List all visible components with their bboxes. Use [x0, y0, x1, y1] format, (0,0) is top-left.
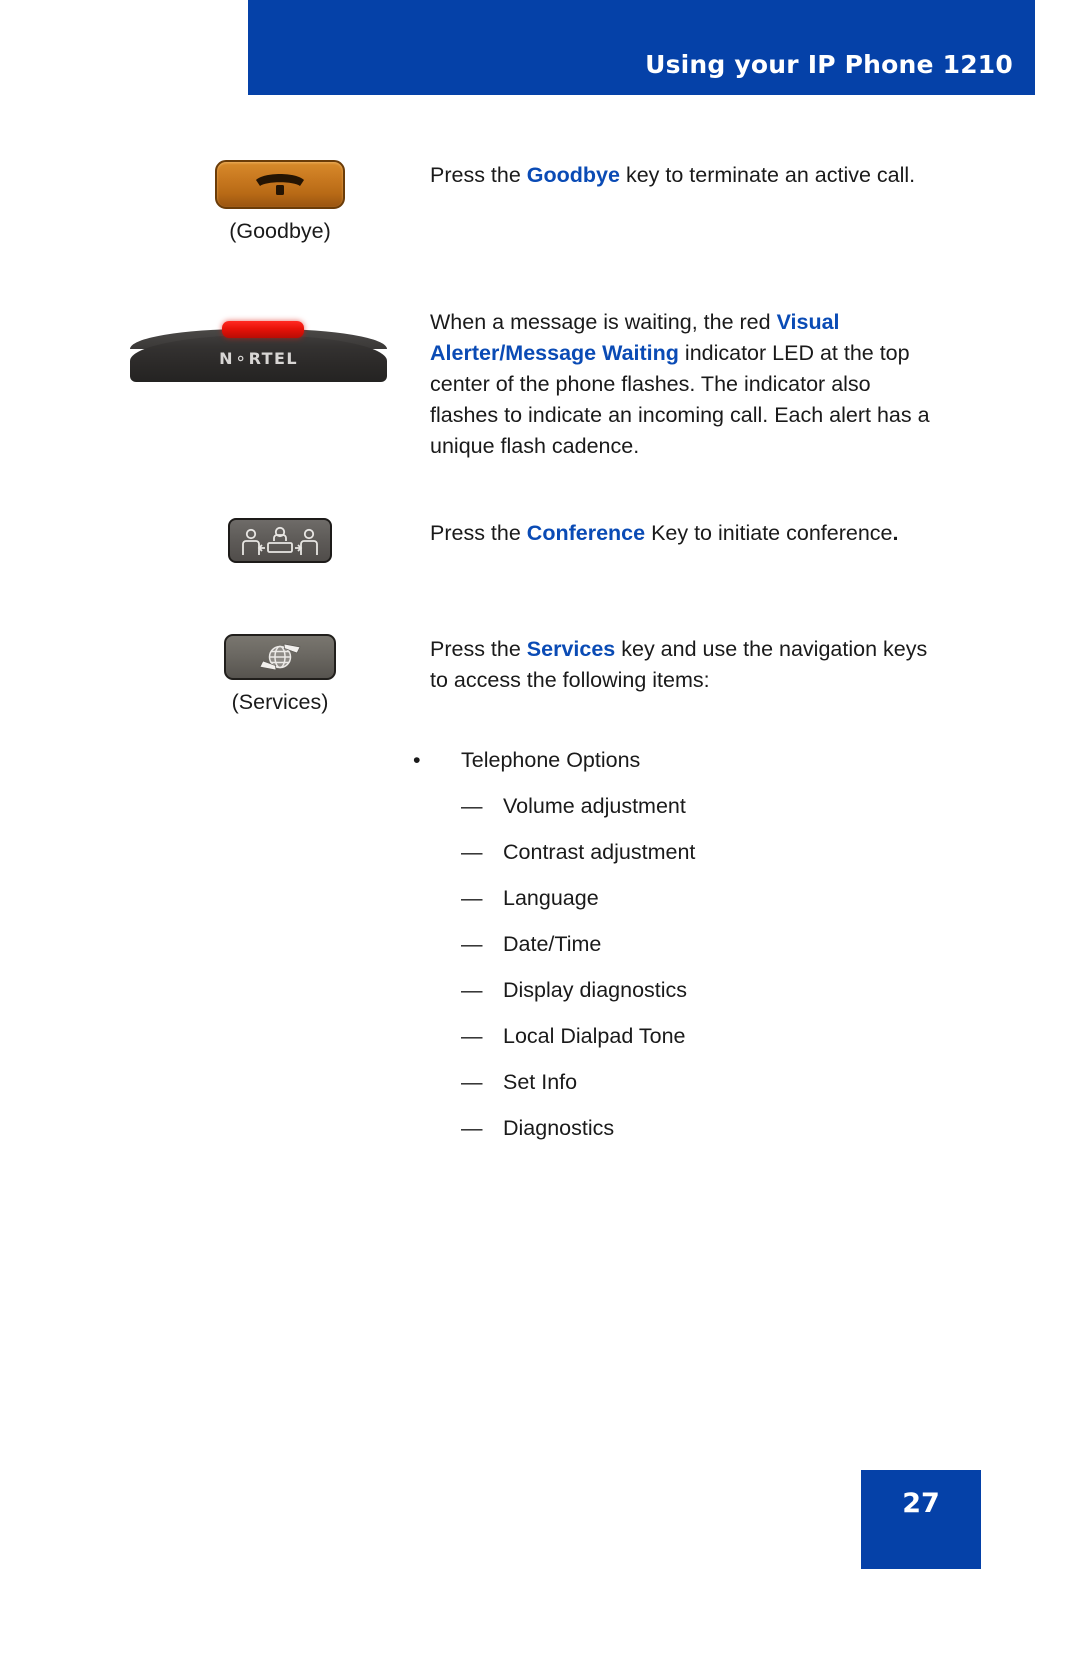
dash-icon: —	[461, 932, 483, 956]
row-goodbye: (Goodbye) Press the Goodbye key to termi…	[130, 160, 940, 247]
list-item: — Date/Time	[413, 929, 973, 960]
list-item: — Volume adjustment	[413, 791, 973, 822]
conference-description: Press the Conference Key to initiate con…	[430, 518, 940, 563]
list-item-label: Local Dialpad Tone	[503, 1024, 686, 1048]
list-item: — Diagnostics	[413, 1113, 973, 1144]
list-item: — Local Dialpad Tone	[413, 1021, 973, 1052]
bullet-icon: •	[413, 748, 421, 772]
dash-icon: —	[461, 1070, 483, 1094]
dash-icon: —	[461, 886, 483, 910]
services-icon-column: (Services)	[130, 634, 430, 718]
conference-icon-column	[130, 518, 430, 563]
list-item: — Display diagnostics	[413, 975, 973, 1006]
goodbye-key-icon	[215, 160, 345, 209]
conference-text-lead: Press the	[430, 521, 527, 545]
page-header-bar: Using your IP Phone 1210	[248, 0, 1035, 95]
list-item-label: Language	[503, 886, 599, 910]
phone-photo-column: N⚬RTEL	[130, 307, 430, 462]
list-item: — Language	[413, 883, 973, 914]
row-visual-alerter: N⚬RTEL When a message is waiting, the re…	[130, 307, 940, 462]
services-key-caption: (Services)	[231, 690, 329, 714]
dash-icon: —	[461, 1116, 483, 1140]
page-header-title: Using your IP Phone 1210	[645, 50, 1013, 79]
goodbye-icon-column: (Goodbye)	[130, 160, 430, 247]
conference-text-tail: Key to initiate conference	[645, 521, 893, 545]
dash-icon: —	[461, 794, 483, 818]
page-number-box: 27	[861, 1470, 981, 1569]
visual-alerter-description: When a message is waiting, the red Visua…	[430, 307, 940, 462]
list-item-label: Display diagnostics	[503, 978, 688, 1002]
nortel-phone-led-photo: N⚬RTEL	[130, 307, 387, 382]
services-text-lead: Press the	[430, 637, 527, 661]
conference-key-icon	[228, 518, 332, 563]
goodbye-text-tail: key to terminate an active call.	[619, 163, 916, 187]
list-item-label: Set Info	[503, 1070, 578, 1094]
nortel-logo-right: RTEL	[248, 349, 298, 368]
goodbye-key-caption: (Goodbye)	[229, 219, 331, 243]
services-menu-list: • Telephone Options — Volume adjustment …	[413, 745, 973, 1159]
list-item-label: Diagnostics	[503, 1116, 615, 1140]
list-item-label: Date/Time	[503, 932, 602, 956]
visual-alerter-text-lead: When a message is waiting, the red	[430, 310, 777, 334]
list-item-label: Telephone Options	[461, 748, 641, 772]
goodbye-text-lead: Press the	[430, 163, 527, 187]
list-item: — Contrast adjustment	[413, 837, 973, 868]
page-number: 27	[902, 1488, 940, 1519]
list-item: — Set Info	[413, 1067, 973, 1098]
services-keyword: Services	[526, 637, 616, 661]
list-item-telephone-options: • Telephone Options	[413, 745, 973, 776]
row-conference: Press the Conference Key to initiate con…	[130, 518, 940, 563]
visual-alerter-keyword-2: Message Waiting	[505, 341, 679, 365]
conference-text-period: .	[892, 521, 899, 545]
list-item-label: Contrast adjustment	[503, 840, 696, 864]
list-item-label: Volume adjustment	[503, 794, 686, 818]
goodbye-keyword: Goodbye	[526, 163, 620, 187]
dash-icon: —	[461, 840, 483, 864]
dash-icon: —	[461, 978, 483, 1002]
nortel-logo: N⚬RTEL	[130, 347, 387, 370]
services-description: Press the Services key and use the navig…	[430, 634, 940, 718]
row-services: (Services) Press the Services key and us…	[130, 634, 940, 718]
conference-keyword: Conference	[526, 521, 646, 545]
goodbye-description: Press the Goodbye key to terminate an ac…	[430, 160, 940, 247]
services-key-icon	[224, 634, 336, 680]
dash-icon: —	[461, 1024, 483, 1048]
message-waiting-led	[222, 321, 304, 338]
